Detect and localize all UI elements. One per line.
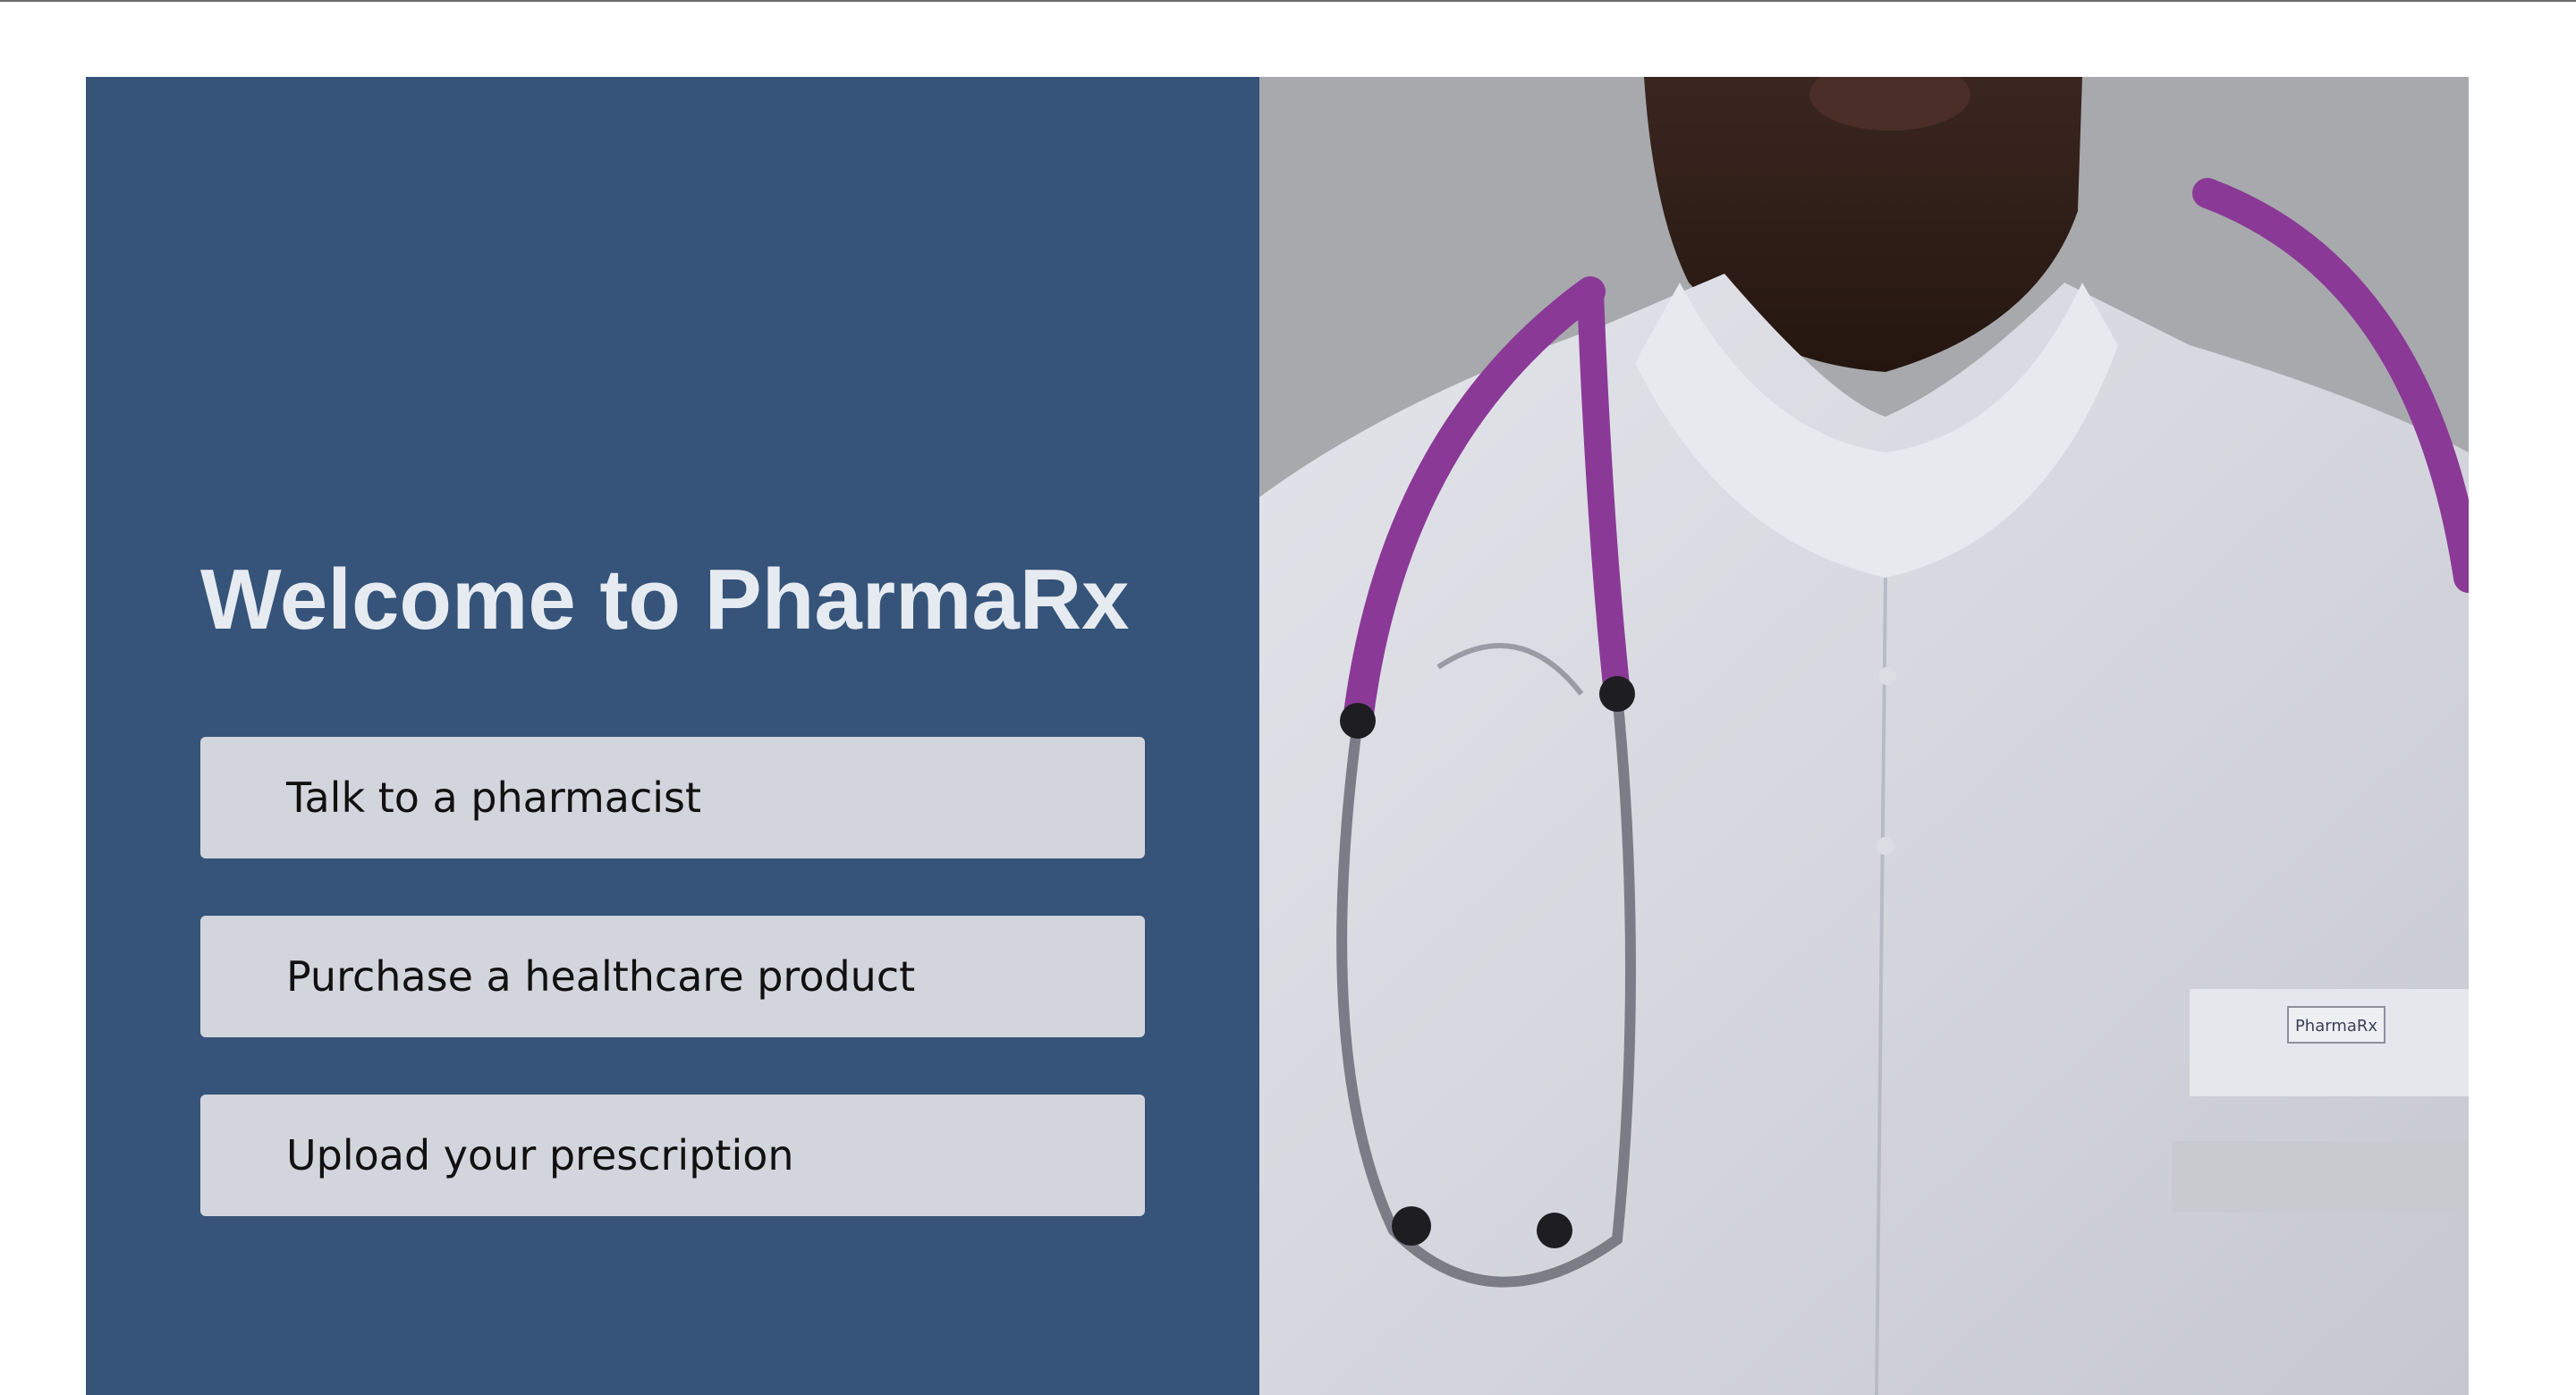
top-divider [0,0,2576,2]
purchase-healthcare-product-button[interactable]: Purchase a healthcare product [200,916,1145,1037]
badge-text: PharmaRx [2295,1017,2377,1036]
pharmacist-illustration: PharmaRx [1259,77,2469,1395]
welcome-panel: Welcome to PharmaRx Talk to a pharmacist… [86,77,1259,1395]
pocket-shadow [2172,1141,2469,1213]
hero-section: Welcome to PharmaRx Talk to a pharmacist… [86,77,2469,1395]
upload-prescription-button[interactable]: Upload your prescription [200,1095,1145,1216]
talk-to-pharmacist-button[interactable]: Talk to a pharmacist [200,737,1145,858]
page-title: Welcome to PharmaRx [200,552,1130,647]
pharmacist-photo: PharmaRx [1259,77,2469,1395]
